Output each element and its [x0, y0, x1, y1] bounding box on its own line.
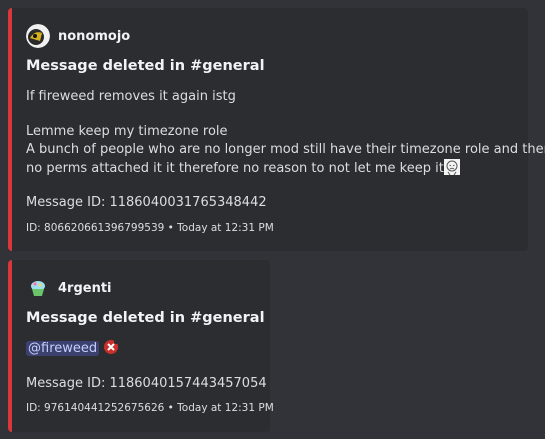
- embed-footer: ID: 976140441252675626 • Today at 12:31 …: [26, 402, 274, 414]
- message-line: Lemme keep my timezone role: [26, 124, 228, 139]
- message-line: no perms attached it it therefore no rea…: [26, 159, 460, 178]
- message-line: A bunch of people who are no longer mod …: [26, 142, 545, 157]
- red-x-emoji-icon[interactable]: [103, 339, 119, 355]
- author-name[interactable]: 4rgenti: [58, 281, 112, 296]
- message-id: Message ID: 1186040157443457054: [26, 376, 267, 391]
- embed-author[interactable]: nonomojo: [26, 24, 130, 48]
- deleted-message-embed: nonomojo Message deleted in #general If …: [8, 8, 545, 251]
- embed-author[interactable]: 4rgenti: [26, 276, 112, 300]
- embed-footer: ID: 806620661396799539 • Today at 12:31 …: [26, 222, 274, 234]
- embed-title: Message deleted in #general: [26, 58, 265, 74]
- crying-face-emoji-icon[interactable]: [443, 159, 460, 176]
- message-line: If fireweed removes it again istg: [26, 89, 236, 104]
- avatar[interactable]: [26, 276, 50, 300]
- avatar[interactable]: [26, 24, 50, 48]
- message-line-text: no perms attached it it therefore no rea…: [26, 161, 444, 176]
- user-mention[interactable]: @fireweed: [26, 341, 100, 356]
- message-id: Message ID: 1186040031765348442: [26, 195, 267, 210]
- author-name[interactable]: nonomojo: [58, 29, 130, 44]
- embed-title: Message deleted in #general: [26, 310, 265, 326]
- deleted-message-embed: 4rgenti Message deleted in #general @fir…: [8, 260, 274, 432]
- message-content: @fireweed: [26, 339, 119, 358]
